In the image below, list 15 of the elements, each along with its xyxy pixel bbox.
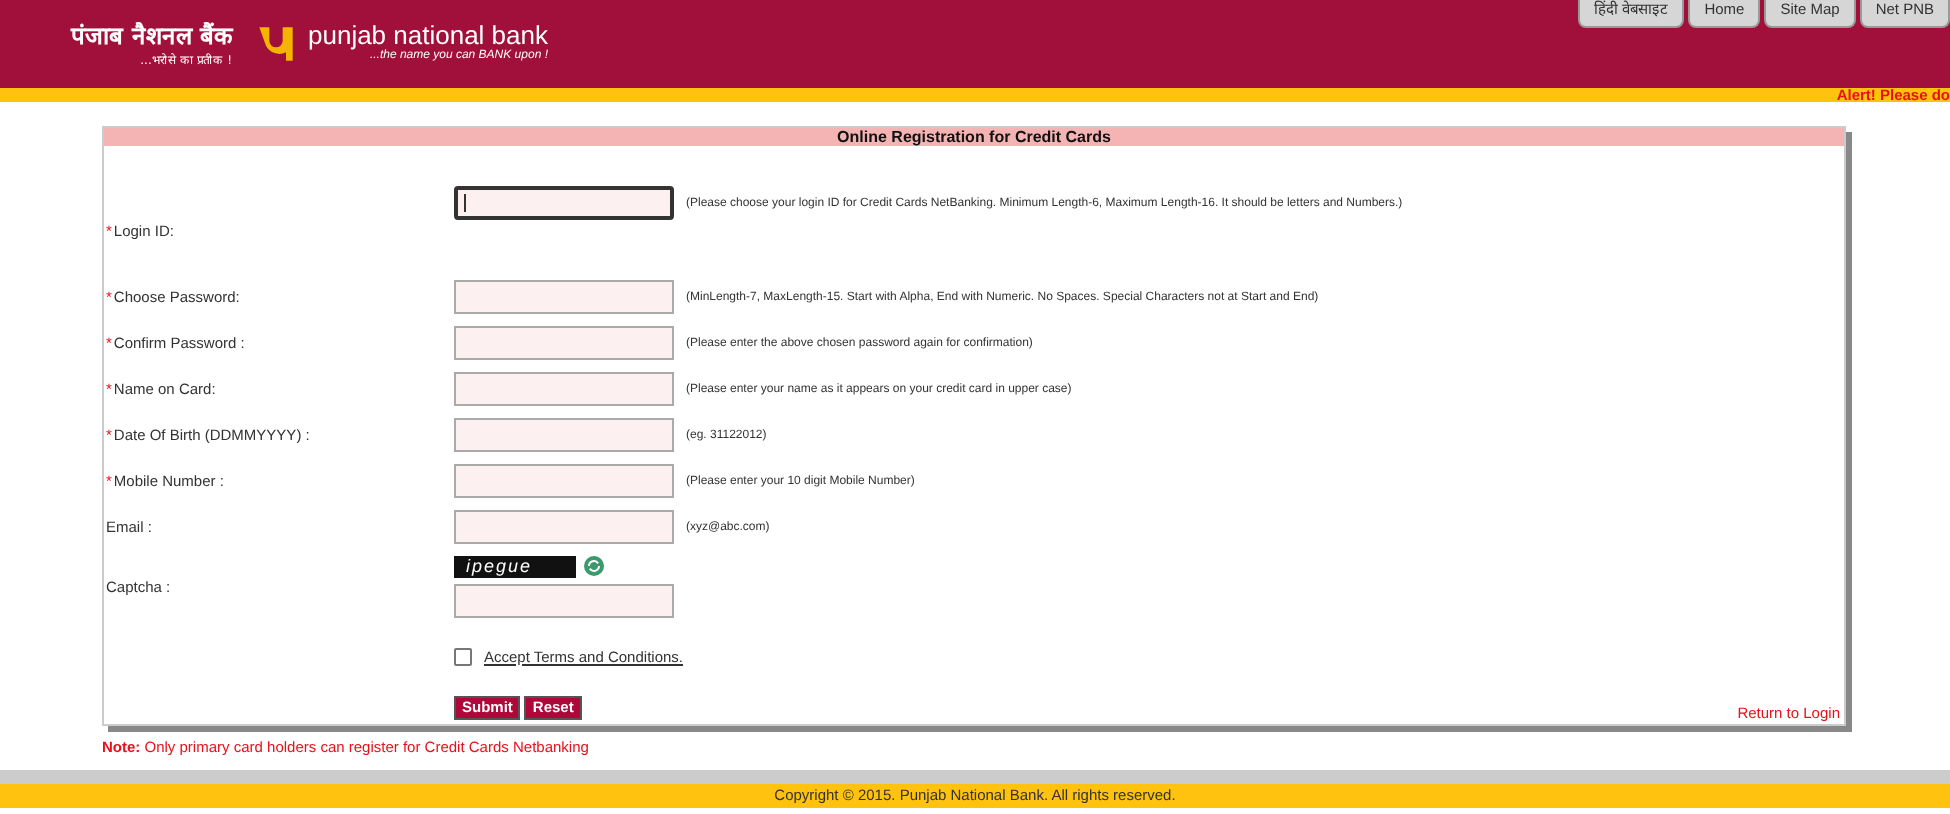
input-field[interactable] xyxy=(454,326,674,360)
refresh-icon[interactable] xyxy=(584,556,604,576)
input-field[interactable] xyxy=(454,464,674,498)
input-field[interactable] xyxy=(454,186,674,220)
input-field[interactable] xyxy=(454,510,674,544)
brand-name-hindi: पंजाब नैशनल बैंक xyxy=(71,20,232,52)
input-field[interactable] xyxy=(454,418,674,452)
checkbox[interactable] xyxy=(454,648,472,666)
captcha-image: ipegue xyxy=(454,555,576,577)
brand-name: punjab national bank xyxy=(308,20,548,50)
input-field[interactable] xyxy=(454,583,674,617)
input-field[interactable] xyxy=(454,372,674,406)
form-title: Online Registration for Credit Cards xyxy=(104,128,1844,146)
logo-icon xyxy=(256,24,296,64)
input-field[interactable] xyxy=(454,280,674,314)
